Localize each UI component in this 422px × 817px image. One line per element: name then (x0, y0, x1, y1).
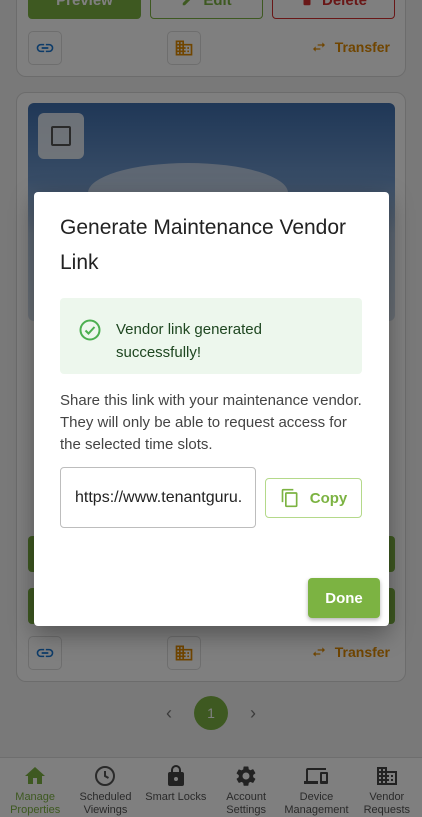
check-circle-icon (79, 319, 101, 341)
vendor-link-dialog: Generate Maintenance Vendor Link Vendor … (34, 192, 389, 626)
copy-icon (281, 488, 298, 508)
copy-button[interactable]: Copy (265, 478, 362, 518)
vendor-link-field[interactable] (60, 467, 256, 528)
dialog-title: Generate Maintenance Vendor Link (60, 216, 347, 274)
done-button[interactable]: Done (308, 578, 380, 618)
dialog-description: Share this link with your maintenance ve… (60, 392, 362, 453)
success-message: Vendor link generated successfully! (116, 321, 262, 361)
success-alert: Vendor link generated successfully! (60, 298, 362, 374)
